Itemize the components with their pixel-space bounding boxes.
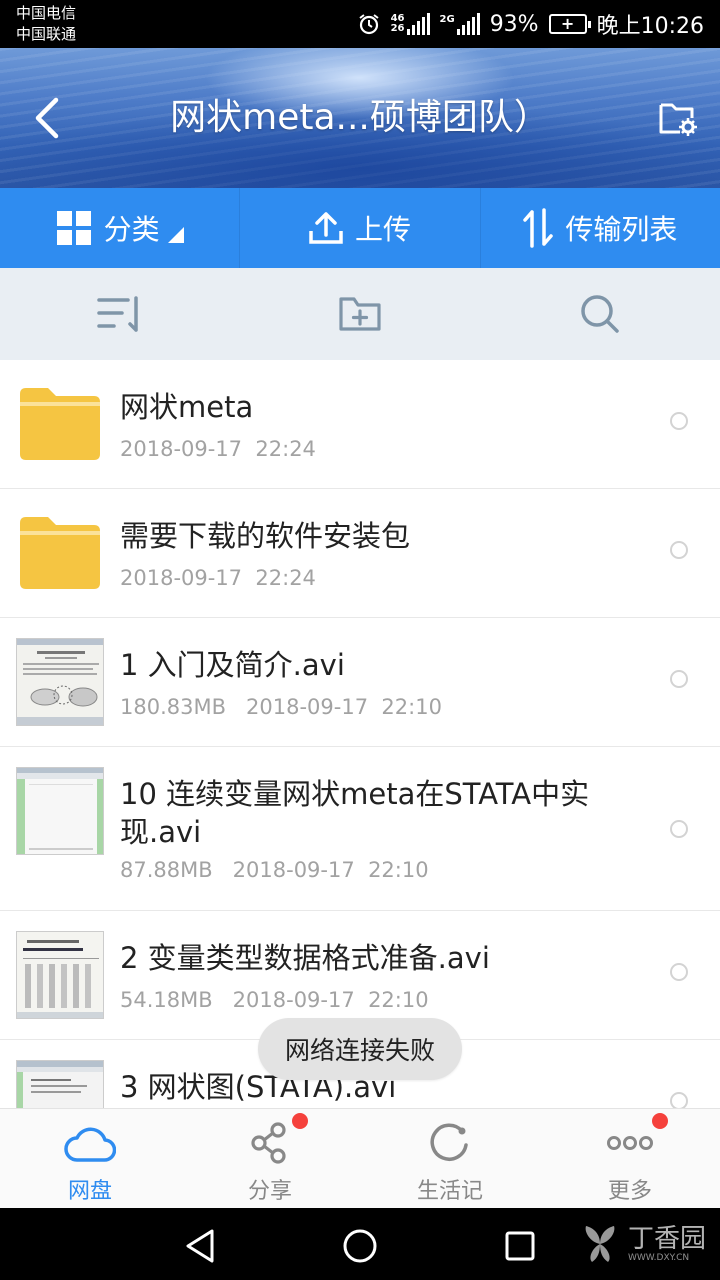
page-title: 网状meta...硕博团队） — [170, 97, 550, 138]
signal-bars-2-icon — [456, 13, 480, 35]
bottom-tab-bar: 网盘 分享 生活记 更多 — [0, 1108, 720, 1208]
video-thumbnail — [16, 767, 104, 855]
select-radio[interactable] — [670, 963, 688, 981]
status-right: 46 26 2G 93% + 晚上10:26 — [357, 0, 704, 48]
list-item[interactable]: 1 入门及简介.avi 180.83MB 2018-09-17 22:10 — [0, 618, 720, 747]
back-button[interactable] — [26, 94, 66, 142]
video-thumbnail — [16, 931, 104, 1019]
video-thumbnail-image — [17, 639, 103, 725]
upload-label: 上传 — [354, 213, 411, 246]
circle-home-icon — [343, 1229, 377, 1263]
square-recents-icon — [505, 1231, 535, 1261]
tab-life-label: 生活记 — [416, 1179, 483, 1204]
folder-plus-icon — [339, 297, 381, 331]
folder-icon — [20, 388, 100, 460]
refresh-circle-icon — [423, 1119, 477, 1167]
list-item[interactable]: 需要下载的软件安装包 2018-09-17 22:24 — [0, 489, 720, 618]
upload-icon — [309, 212, 343, 244]
triangle-back-icon — [186, 1229, 214, 1263]
tab-disk-label: 网盘 — [67, 1179, 112, 1204]
video-thumbnail-image — [17, 1061, 103, 1108]
alarm-icon — [358, 14, 379, 35]
carrier-2: 中国联通 — [16, 25, 77, 43]
transfer-list-button[interactable]: 传输列表 — [481, 188, 720, 268]
nav-recents-button[interactable] — [500, 1226, 540, 1266]
video-thumbnail-image — [17, 768, 103, 854]
file-name: 需要下载的软件安装包 — [120, 519, 411, 553]
sort-icon — [97, 296, 138, 332]
file-name: 1 入门及简介.avi — [120, 648, 345, 682]
tab-disk[interactable]: 网盘 — [0, 1109, 180, 1208]
select-radio[interactable] — [670, 820, 688, 838]
toast-message: 网络连接失败 — [258, 1018, 462, 1080]
carrier-1: 中国电信 — [16, 4, 77, 22]
file-list: 网状meta 2018-09-17 22:24 需要下载的软件安装包 2018-… — [0, 360, 720, 1108]
system-nav-bar: 丁香园 WWW.DXY.CN — [0, 1208, 720, 1280]
select-radio[interactable] — [670, 1092, 688, 1108]
tab-more[interactable]: 更多 — [540, 1109, 720, 1208]
nav-back-button[interactable] — [180, 1226, 220, 1266]
triangle-down-icon — [167, 227, 184, 243]
nav-home-button[interactable] — [340, 1226, 380, 1266]
tab-share-label: 分享 — [247, 1179, 292, 1204]
cloud-icon — [63, 1119, 117, 1167]
notification-badge — [652, 1113, 668, 1129]
tab-more-label: 更多 — [607, 1179, 652, 1204]
file-meta: 2018-09-17 22:24 — [120, 566, 316, 590]
battery-percent: 93% — [489, 11, 539, 37]
dxy-logo-icon — [585, 1226, 615, 1262]
notification-badge — [292, 1113, 308, 1129]
folder-settings-button[interactable] — [656, 94, 700, 142]
status-bar: 中国电信 中国联通 46 26 2G 93% + 晚上10:26 — [0, 0, 720, 48]
select-radio[interactable] — [670, 541, 688, 559]
video-thumbnail — [16, 638, 104, 726]
search-icon — [581, 295, 619, 333]
search-button[interactable] — [480, 268, 720, 360]
transfer-arrows-icon — [523, 208, 554, 248]
signal-1: 46 26 — [391, 13, 430, 35]
clock: 晚上10:26 — [596, 14, 704, 39]
battery-icon: + — [548, 14, 591, 34]
watermark: 丁香园 WWW.DXY.CN — [578, 1224, 706, 1264]
select-radio[interactable] — [670, 670, 688, 688]
category-label: 分类 — [103, 213, 160, 246]
folder-icon — [20, 517, 100, 589]
file-meta: 180.83MB 2018-09-17 22:10 — [120, 695, 442, 719]
chevron-left-icon — [35, 97, 59, 139]
network-type-2: 26 — [390, 23, 405, 34]
sort-button[interactable] — [0, 268, 240, 360]
watermark-url: WWW.DXY.CN — [627, 1253, 690, 1263]
watermark-text: 丁香园 — [627, 1224, 706, 1254]
share-icon — [243, 1119, 297, 1167]
new-folder-button[interactable] — [240, 268, 480, 360]
file-meta: 87.88MB 2018-09-17 22:10 — [120, 858, 429, 882]
file-name: 网状meta — [120, 390, 254, 424]
grid-icon — [56, 211, 91, 245]
file-name: 10 连续变量网状meta在STATA中实现.avi — [120, 777, 590, 849]
tab-life[interactable]: 生活记 — [360, 1109, 540, 1208]
list-item[interactable]: 10 连续变量网状meta在STATA中实现.avi 87.88MB 2018-… — [0, 747, 720, 911]
video-thumbnail — [16, 1060, 104, 1108]
file-name: 2 变量类型数据格式准备.avi — [120, 941, 490, 975]
transfer-list-label: 传输列表 — [565, 213, 678, 246]
action-bar — [0, 268, 720, 360]
file-meta: 2018-09-17 22:24 — [120, 437, 316, 461]
folder-settings-icon — [659, 103, 697, 136]
list-item[interactable]: 网状meta 2018-09-17 22:24 — [0, 360, 720, 489]
select-radio[interactable] — [670, 412, 688, 430]
signal-bars-icon — [406, 13, 430, 35]
more-dots-icon — [603, 1119, 657, 1167]
header: 网状meta...硕博团队） — [0, 48, 720, 188]
video-thumbnail-image — [17, 932, 103, 1018]
signal-2: 2G — [440, 13, 480, 35]
file-meta: 54.18MB 2018-09-17 22:10 — [120, 988, 429, 1012]
upload-button[interactable]: 上传 — [240, 188, 481, 268]
category-button[interactable]: 分类 — [0, 188, 241, 268]
toolbar: 分类 上传 传输列表 — [0, 188, 720, 268]
tab-share[interactable]: 分享 — [180, 1109, 360, 1208]
